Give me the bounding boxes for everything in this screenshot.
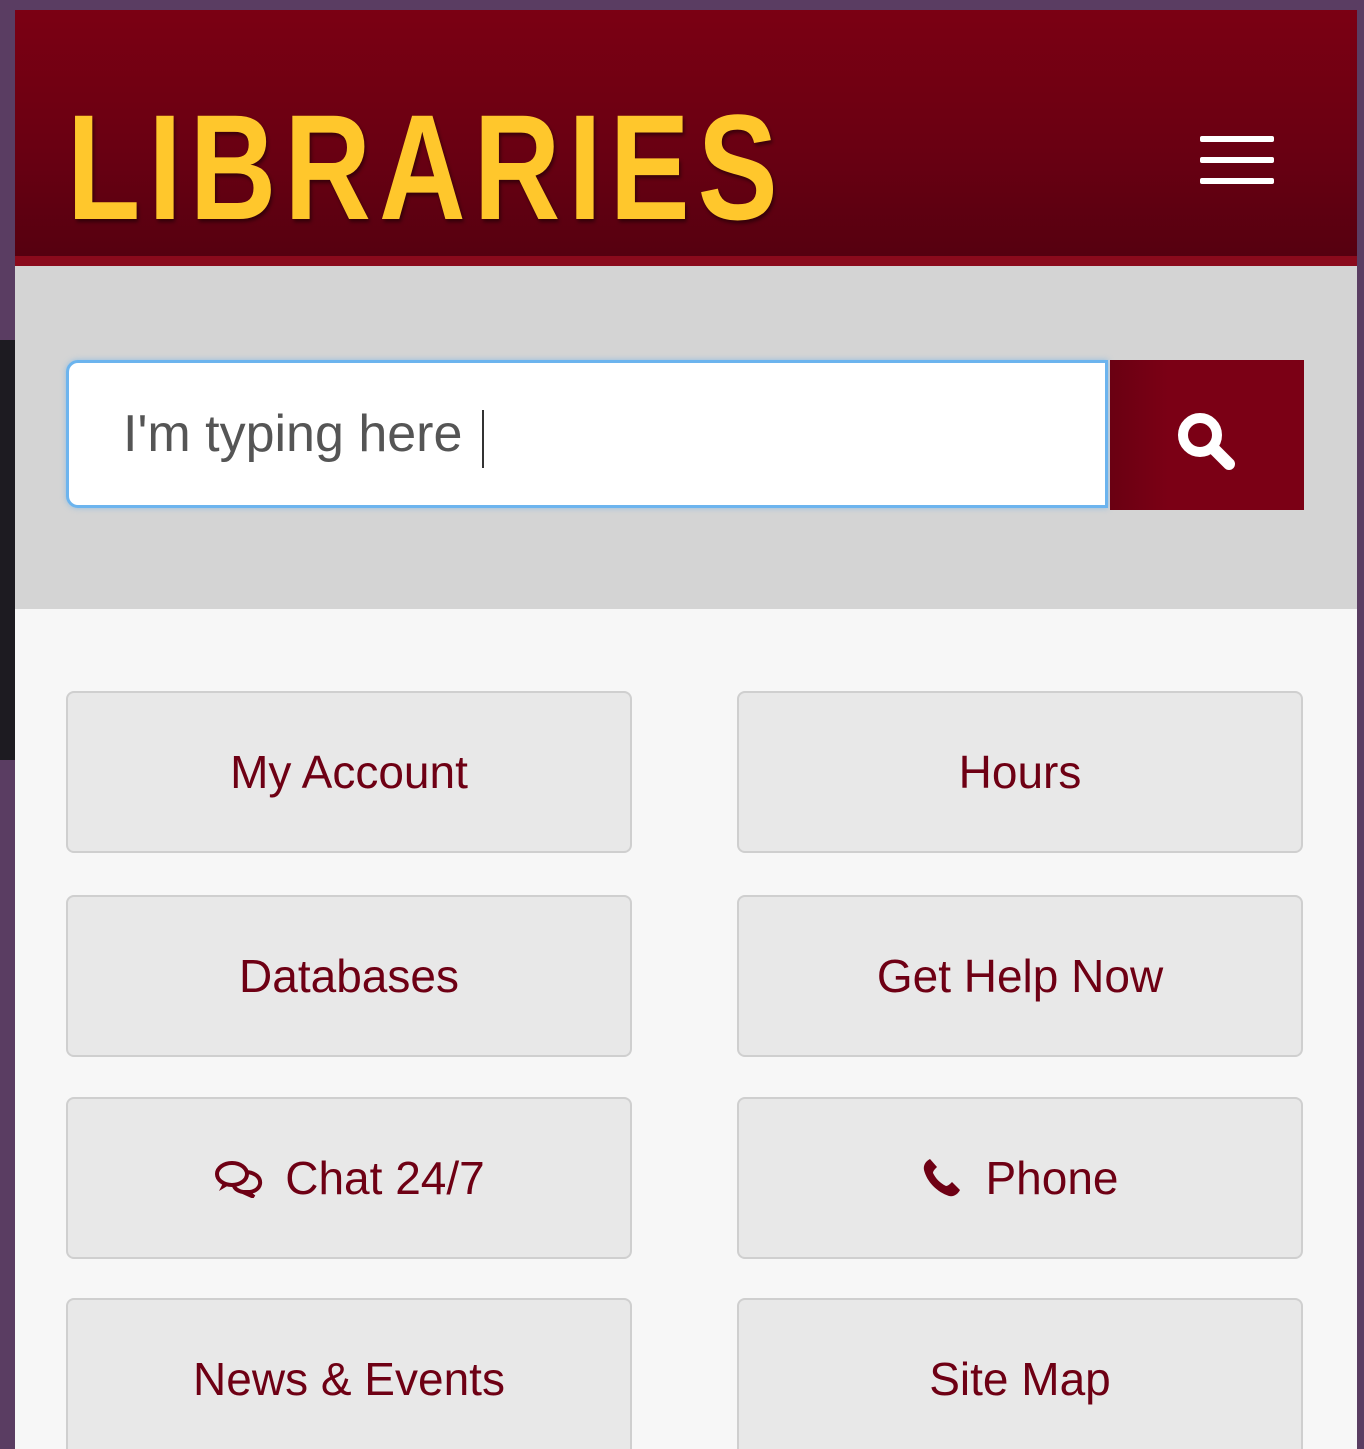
search-icon <box>1178 413 1235 470</box>
chat-label: Chat 24/7 <box>285 1152 485 1204</box>
phone-label: Phone <box>985 1152 1119 1204</box>
search-input[interactable] <box>66 360 1108 508</box>
databases-button[interactable]: Databases <box>66 895 632 1057</box>
phone-button[interactable]: Phone <box>737 1097 1303 1259</box>
my-account-label: My Account <box>230 746 468 798</box>
site-map-label: Site Map <box>929 1353 1111 1405</box>
databases-label: Databases <box>239 950 459 1002</box>
news-events-label: News & Events <box>193 1353 505 1405</box>
news-events-button[interactable]: News & Events <box>66 1298 632 1449</box>
mobile-page: LIBRARIES My Account Hours Databases <box>15 10 1357 1449</box>
text-caret <box>482 410 484 468</box>
site-logo[interactable]: LIBRARIES <box>67 92 786 242</box>
site-header: LIBRARIES <box>15 10 1357 266</box>
phone-icon <box>921 1157 963 1199</box>
my-account-button[interactable]: My Account <box>66 691 632 853</box>
chat-button[interactable]: Chat 24/7 <box>66 1097 632 1259</box>
menu-toggle-button[interactable] <box>1191 126 1281 196</box>
chat-bubbles-icon <box>213 1158 263 1199</box>
get-help-now-label: Get Help Now <box>876 950 1164 1002</box>
background-window-edge <box>0 340 16 760</box>
hours-label: Hours <box>958 746 1082 798</box>
site-map-button[interactable]: Site Map <box>737 1298 1303 1449</box>
search-section <box>15 266 1357 609</box>
hamburger-menu-icon <box>1200 136 1274 142</box>
quick-links: My Account Hours Databases Get Help Now … <box>15 609 1357 1449</box>
search-form <box>66 360 1306 510</box>
hours-button[interactable]: Hours <box>737 691 1303 853</box>
get-help-now-button[interactable]: Get Help Now <box>737 895 1303 1057</box>
search-button[interactable] <box>1110 360 1304 510</box>
